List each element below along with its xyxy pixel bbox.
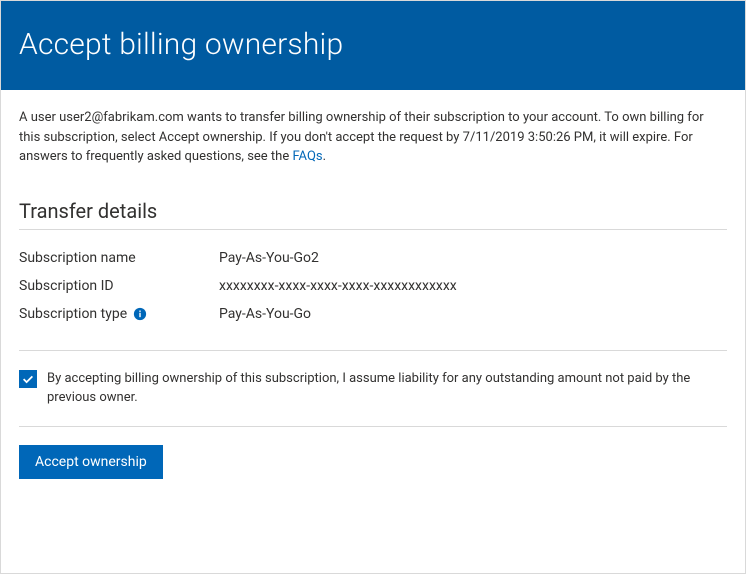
transfer-details: Subscription name Pay-As-You-Go2 Subscri… <box>19 244 727 328</box>
page-title: Accept billing ownership <box>19 27 727 62</box>
detail-row-subscription-name: Subscription name Pay-As-You-Go2 <box>19 244 727 272</box>
detail-label: Subscription name <box>19 250 219 266</box>
label-text: Subscription type <box>19 306 127 322</box>
detail-row-subscription-id: Subscription ID xxxxxxxx-xxxx-xxxx-xxxx-… <box>19 272 727 300</box>
consent-text: By accepting billing ownership of this s… <box>47 369 727 408</box>
intro-text: A user user2@fabrikam.com wants to trans… <box>19 108 727 167</box>
accept-ownership-button[interactable]: Accept ownership <box>19 445 163 479</box>
detail-row-subscription-type: Subscription type Pay-As-You-Go <box>19 300 727 328</box>
intro-after: . <box>323 149 326 164</box>
page-content: A user user2@fabrikam.com wants to trans… <box>1 90 745 479</box>
check-icon <box>21 372 35 386</box>
faqs-link[interactable]: FAQs <box>292 149 322 164</box>
detail-value: xxxxxxxx-xxxx-xxxx-xxxx-xxxxxxxxxxxx <box>219 278 457 294</box>
info-icon[interactable] <box>133 307 147 321</box>
detail-value: Pay-As-You-Go2 <box>219 250 319 266</box>
detail-label: Subscription ID <box>19 278 219 294</box>
label-text: Subscription ID <box>19 278 114 294</box>
divider <box>19 350 727 351</box>
page-header: Accept billing ownership <box>1 1 745 90</box>
transfer-details-heading: Transfer details <box>19 199 727 230</box>
footer: Accept ownership <box>19 426 727 479</box>
label-text: Subscription name <box>19 250 136 266</box>
consent-row: By accepting billing ownership of this s… <box>19 369 727 408</box>
detail-value: Pay-As-You-Go <box>219 306 311 322</box>
intro-before: A user user2@fabrikam.com wants to trans… <box>19 110 704 164</box>
detail-label: Subscription type <box>19 306 219 322</box>
consent-checkbox[interactable] <box>19 370 37 388</box>
